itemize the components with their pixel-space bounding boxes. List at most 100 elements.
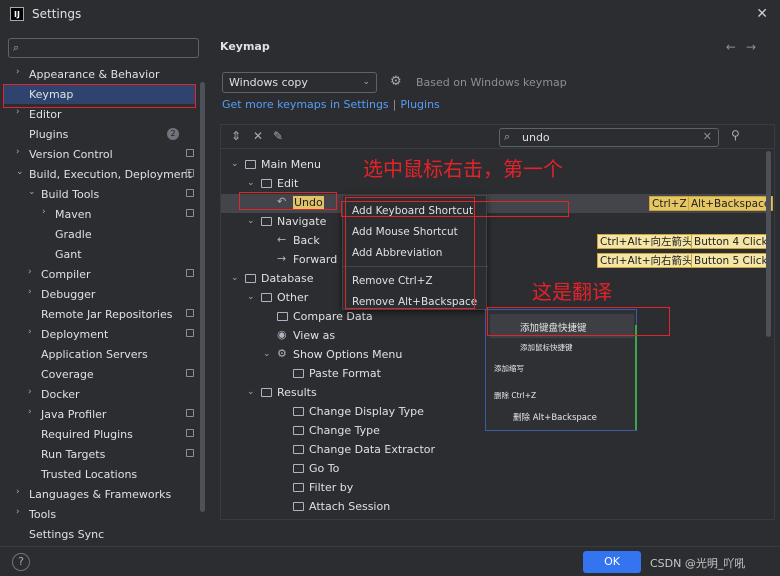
chevron-right-icon[interactable]: ›	[28, 407, 32, 417]
sidebar-item[interactable]: Trusted Locations	[0, 464, 200, 484]
action-icon: ⚙	[277, 347, 287, 360]
chevron-right-icon[interactable]: ›	[16, 107, 20, 117]
chevron-right-icon[interactable]: ›	[42, 207, 46, 217]
folder-icon	[293, 483, 304, 492]
keymap-search-value: undo	[522, 131, 550, 144]
shortcut-chip[interactable]: Ctrl+Z	[649, 196, 690, 211]
chevron-down-icon[interactable]: ⌄	[247, 216, 255, 226]
sidebar-item[interactable]: › Maven	[0, 204, 200, 224]
sidebar-item[interactable]: Application Servers	[0, 344, 200, 364]
keymap-tree-row-change-data-extractor[interactable]: Change Data Extractor	[221, 441, 766, 460]
tree-scrollbar[interactable]	[766, 151, 771, 337]
folder-icon	[277, 312, 288, 321]
sidebar-item-label: Required Plugins	[41, 427, 133, 441]
chevron-down-icon[interactable]: ⌄	[16, 167, 24, 177]
gear-icon[interactable]: ⚙	[390, 74, 402, 89]
shortcut-chip[interactable]: Alt+Backspace	[688, 196, 774, 211]
sidebar-item[interactable]: Coverage	[0, 364, 200, 384]
collapse-all-icon[interactable]: ✕	[253, 129, 263, 143]
keymap-tree-row-other[interactable]: ⌄ Other	[221, 289, 766, 308]
shortcut-chip[interactable]: Button 5 Click	[691, 253, 771, 268]
chevron-right-icon[interactable]: ›	[16, 147, 20, 157]
sidebar-scrollbar[interactable]	[200, 82, 205, 512]
shortcut-chip[interactable]: Button 4 Click	[691, 234, 771, 249]
get-more-keymaps-link[interactable]: Get more keymaps in Settings	[222, 98, 389, 111]
chevron-down-icon[interactable]: ⌄	[28, 187, 36, 197]
keymap-action-label: Change Type	[309, 424, 380, 437]
action-icon: ←	[277, 233, 287, 246]
shortcut-chip[interactable]: Ctrl+Alt+向左箭头	[597, 234, 696, 249]
folder-icon	[293, 426, 304, 435]
chevron-down-icon[interactable]: ⌄	[247, 387, 255, 397]
translation-remove-alt: 删除 Alt+Backspace	[513, 413, 597, 423]
keymap-tree-row-filter-by[interactable]: Filter by	[221, 479, 766, 498]
expand-all-icon[interactable]: ⇕	[231, 129, 241, 143]
sidebar-item-label: Java Profiler	[41, 407, 107, 421]
clear-icon[interactable]: ✕	[703, 130, 712, 143]
project-settings-icon	[186, 409, 194, 417]
folder-icon	[293, 445, 304, 454]
back-arrow-icon[interactable]: ←	[726, 40, 746, 54]
chevron-right-icon[interactable]: ›	[28, 387, 32, 397]
sidebar-item[interactable]: Plugins 2	[0, 124, 200, 144]
keymap-toolbar: ⇕ ✕ ✎ ⌕ undo ✕ ⚲	[221, 125, 774, 149]
keymap-action-label: Database	[261, 272, 314, 285]
chevron-right-icon[interactable]: ›	[16, 507, 20, 517]
sidebar-item[interactable]: › Appearance & Behavior	[0, 64, 200, 84]
sidebar-item-label: Deployment	[41, 327, 109, 341]
ok-button[interactable]: OK	[583, 551, 641, 573]
keymap-tree-row-forward[interactable]: → Forward Ctrl+Alt+向右箭头 Button 5 Click	[221, 251, 771, 270]
chevron-right-icon[interactable]: ›	[16, 487, 20, 497]
sidebar-item[interactable]: › Debugger	[0, 284, 200, 304]
close-icon[interactable]: ✕	[756, 6, 768, 22]
sidebar-item[interactable]: Remote Jar Repositories	[0, 304, 200, 324]
sidebar-item[interactable]: Required Plugins	[0, 424, 200, 444]
forward-arrow-icon[interactable]: →	[746, 40, 766, 54]
folder-icon	[261, 388, 272, 397]
sidebar-item[interactable]: ⌄ Build, Execution, Deployment	[0, 164, 200, 184]
chevron-down-icon[interactable]: ⌄	[247, 292, 255, 302]
chevron-right-icon[interactable]: ›	[16, 67, 20, 77]
plugins-link[interactable]: Plugins	[400, 98, 439, 111]
sidebar-item[interactable]: ⌄ Build Tools	[0, 184, 200, 204]
project-settings-icon	[186, 209, 194, 217]
sidebar-item[interactable]: › Tools	[0, 504, 200, 524]
sidebar-item-label: Application Servers	[41, 347, 148, 361]
chevron-down-icon[interactable]: ⌄	[247, 178, 255, 188]
keymap-search-input[interactable]: ⌕ undo ✕	[499, 128, 719, 147]
find-by-shortcut-icon[interactable]: ⚲	[731, 128, 740, 142]
keymap-tree-row-attach-session[interactable]: Attach Session	[221, 498, 766, 517]
sidebar-item[interactable]: › Languages & Frameworks	[0, 484, 200, 504]
chevron-down-icon[interactable]: ⌄	[231, 159, 239, 169]
sidebar-item[interactable]: › Deployment	[0, 324, 200, 344]
chevron-down-icon[interactable]: ⌄	[263, 349, 271, 359]
sidebar-item[interactable]: › Docker	[0, 384, 200, 404]
keymap-tree-row-back[interactable]: ← Back Ctrl+Alt+向左箭头 Button 4 Click	[221, 232, 771, 251]
keymap-action-label: Paste Format	[309, 367, 381, 380]
sidebar-item[interactable]: Run Targets	[0, 444, 200, 464]
folder-icon	[293, 369, 304, 378]
sidebar-item-label: Version Control	[29, 147, 113, 161]
sidebar-item[interactable]: Settings Sync	[0, 524, 200, 544]
help-icon[interactable]: ?	[12, 553, 30, 571]
keymap-select[interactable]: Windows copy ⌄	[222, 72, 377, 93]
keymap-tree-row-go-to[interactable]: Go To	[221, 460, 766, 479]
sidebar-item[interactable]: › Version Control	[0, 144, 200, 164]
keymap-links: Get more keymaps in Settings | Plugins	[222, 98, 440, 111]
sidebar-item[interactable]: › Compiler	[0, 264, 200, 284]
settings-search-input[interactable]: ⌕	[8, 38, 199, 58]
sidebar-item[interactable]: Gant	[0, 244, 200, 264]
chevron-right-icon[interactable]: ›	[28, 327, 32, 337]
project-settings-icon	[186, 169, 194, 177]
keymap-action-label: Change Data Extractor	[309, 443, 436, 456]
chevron-right-icon[interactable]: ›	[28, 267, 32, 277]
edit-pencil-icon[interactable]: ✎	[273, 129, 283, 143]
chevron-down-icon[interactable]: ⌄	[231, 273, 239, 283]
shortcut-chip[interactable]: Ctrl+Alt+向右箭头	[597, 253, 696, 268]
sidebar-item[interactable]: › Java Profiler	[0, 404, 200, 424]
keymap-tree-row-database[interactable]: ⌄ Database	[221, 270, 766, 289]
sidebar-item[interactable]: Gradle	[0, 224, 200, 244]
project-settings-icon	[186, 369, 194, 377]
watermark: CSDN @光明_吖吼	[650, 557, 746, 570]
chevron-right-icon[interactable]: ›	[28, 287, 32, 297]
